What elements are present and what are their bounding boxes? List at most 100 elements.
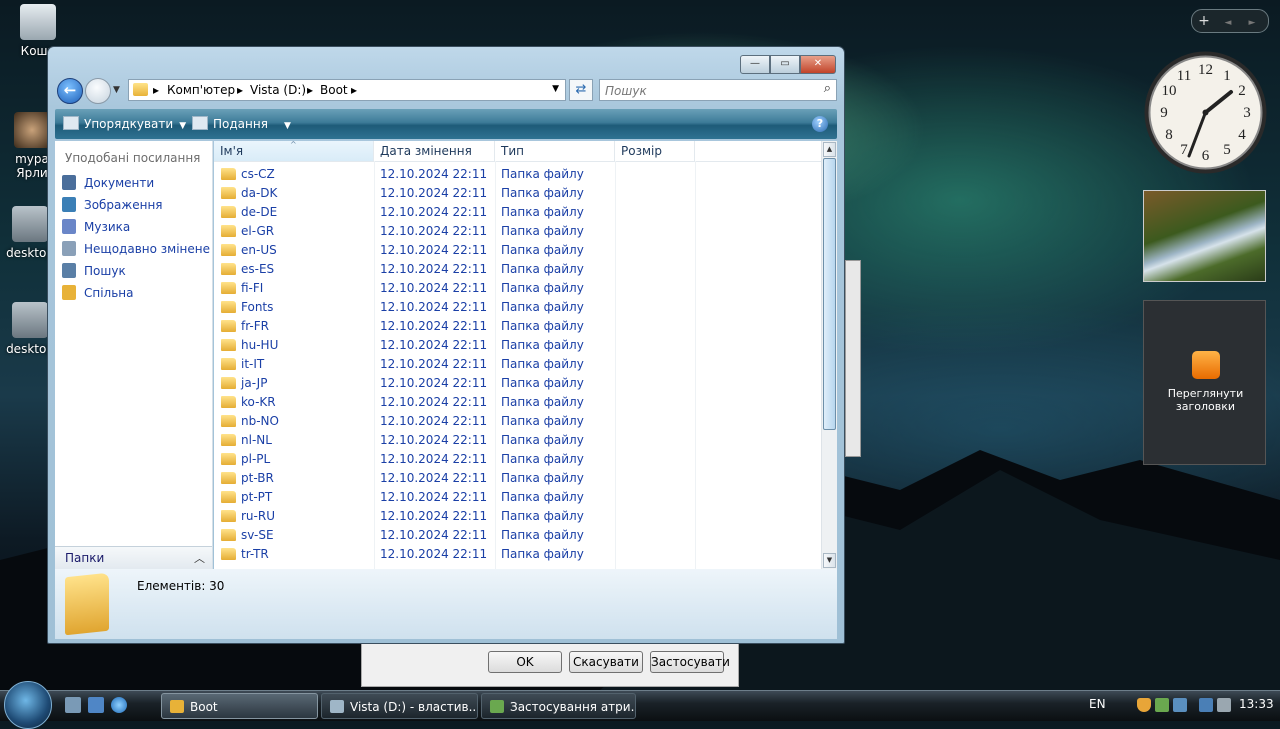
svg-text:9: 9 [1160,105,1168,121]
file-name: nl-NL [221,431,272,450]
svg-text:5: 5 [1223,142,1231,158]
column-header-size[interactable]: Розмір [615,141,695,161]
search-input[interactable]: Пошук ⌕ [599,79,837,101]
table-row[interactable]: ko-KR 12.10.2024 22:11 Папка файлу [214,393,821,412]
show-desktop-icon[interactable] [65,697,81,713]
file-type: Папка файлу [501,186,584,200]
column-header-date[interactable]: Дата змінення [374,141,495,161]
file-date: 12.10.2024 22:11 [380,547,488,561]
table-row[interactable]: de-DE 12.10.2024 22:11 Папка файлу [214,203,821,222]
clock-gadget[interactable]: 12 12 345 678 91011 [1143,50,1268,175]
column-header-name[interactable]: Ім'я ^ [214,141,374,161]
refresh-button[interactable]: ⇄ [569,79,593,101]
previous-page-button[interactable]: ◄ [1216,12,1240,34]
switch-windows-icon[interactable] [88,697,104,713]
file-type: Папка файлу [501,338,584,352]
properties-dialog-edge [845,260,861,457]
nav-item-documents[interactable]: Документи [62,174,154,192]
maximize-button[interactable]: ▭ [770,55,800,74]
table-row[interactable]: da-DK 12.10.2024 22:11 Папка файлу [214,184,821,203]
start-button[interactable] [4,681,52,729]
vertical-scrollbar[interactable]: ▲ ▼ [821,141,837,569]
nav-item-recently-changed[interactable]: Нещодавно змінене [62,240,210,258]
item-count: Елементів: 30 [137,579,225,593]
cancel-button[interactable]: Скасувати [569,651,643,673]
taskbar-item-properties[interactable]: Vista (D:) - властив... [321,693,478,719]
close-button[interactable]: ✕ [800,55,836,74]
file-date: 12.10.2024 22:11 [380,205,488,219]
slideshow-gadget[interactable] [1143,190,1266,282]
feed-headlines-gadget[interactable]: Переглянути заголовки [1143,300,1266,465]
ok-button[interactable]: OK [488,651,562,673]
organize-menu[interactable]: Упорядкувати ▼ [63,116,186,131]
minimize-button[interactable]: — [740,55,770,74]
table-row[interactable]: fr-FR 12.10.2024 22:11 Папка файлу [214,317,821,336]
table-row[interactable]: pt-BR 12.10.2024 22:11 Папка файлу [214,469,821,488]
recent-pages-dropdown[interactable]: ▼ [113,85,120,95]
folder-icon [221,472,236,484]
table-row[interactable]: es-ES 12.10.2024 22:11 Папка файлу [214,260,821,279]
table-row[interactable]: cs-CZ 12.10.2024 22:11 Папка файлу [214,165,821,184]
table-row[interactable]: pt-PT 12.10.2024 22:11 Папка файлу [214,488,821,507]
scroll-up-button[interactable]: ▲ [823,142,836,157]
nav-item-pictures[interactable]: Зображення [62,196,163,214]
svg-text:10: 10 [1162,83,1177,99]
next-page-button[interactable]: ► [1240,12,1264,34]
table-row[interactable]: hu-HU 12.10.2024 22:11 Папка файлу [214,336,821,355]
folder-icon [221,301,236,313]
table-row[interactable]: tr-TR 12.10.2024 22:11 Папка файлу [214,545,821,564]
table-row[interactable]: fi-FI 12.10.2024 22:11 Папка файлу [214,279,821,298]
apply-button[interactable]: Застосувати [650,651,730,673]
internet-explorer-icon[interactable] [111,697,127,713]
table-row[interactable]: nl-NL 12.10.2024 22:11 Папка файлу [214,431,821,450]
table-row[interactable]: el-GR 12.10.2024 22:11 Папка файлу [214,222,821,241]
table-row[interactable]: nb-NO 12.10.2024 22:11 Папка файлу [214,412,821,431]
address-dropdown-icon[interactable]: ▼ [552,84,559,94]
security-icon[interactable] [1137,698,1151,712]
scroll-down-button[interactable]: ▼ [823,553,836,568]
breadcrumb-boot[interactable]: Boot [320,83,348,97]
table-row[interactable]: ru-RU 12.10.2024 22:11 Папка файлу [214,507,821,526]
clock-time[interactable]: 13:33 [1239,697,1274,711]
file-name: Fonts [221,298,273,317]
file-name: nb-NO [221,412,279,431]
network-icon[interactable] [1173,698,1187,712]
help-icon[interactable]: ? [812,116,828,132]
table-row[interactable]: en-US 12.10.2024 22:11 Папка файлу [214,241,821,260]
scroll-thumb[interactable] [823,158,836,430]
update-icon[interactable] [1155,698,1169,712]
table-row[interactable]: sv-SE 12.10.2024 22:11 Папка файлу [214,526,821,545]
folder-icon [221,529,236,541]
address-bar[interactable]: ▸ Комп'ютер ▸ Vista (D:) ▸ Boot ▸ ▼ [128,79,566,101]
file-name: pt-BR [221,469,274,488]
table-row[interactable]: pl-PL 12.10.2024 22:11 Папка файлу [214,450,821,469]
taskbar-item-apply-attributes[interactable]: Застосування атри... [481,693,636,719]
file-type: Папка файлу [501,319,584,333]
taskbar-item-boot[interactable]: Boot [161,693,318,719]
folder-icon [221,453,236,465]
back-arrow-icon: ← [63,81,77,99]
file-date: 12.10.2024 22:11 [380,224,488,238]
volume-muted-icon[interactable] [1217,698,1231,712]
add-gadget-button[interactable]: + [1192,10,1216,32]
file-date: 12.10.2024 22:11 [380,471,488,485]
file-name: de-DE [221,203,277,222]
breadcrumb-drive[interactable]: Vista (D:) [250,83,306,97]
views-menu[interactable]: Подання ▼ [192,116,291,131]
nav-item-music[interactable]: Музика [62,218,130,236]
recycle-bin-icon [20,4,56,40]
breadcrumb-computer[interactable]: Комп'ютер [167,83,235,97]
nav-item-public[interactable]: Спільна [62,284,134,302]
chevron-down-icon: ▼ [179,121,187,131]
forward-button[interactable] [85,78,111,104]
table-row[interactable]: Fonts 12.10.2024 22:11 Папка файлу [214,298,821,317]
back-button[interactable]: ← [57,78,83,104]
language-indicator[interactable]: EN [1089,697,1106,711]
network-icon[interactable] [1199,698,1213,712]
column-header-type[interactable]: Тип [495,141,615,161]
folders-toggle[interactable]: Папки ︿ [55,546,212,570]
table-row[interactable]: it-IT 12.10.2024 22:11 Папка файлу [214,355,821,374]
nav-item-searches[interactable]: Пошук [62,262,126,280]
file-date: 12.10.2024 22:11 [380,300,488,314]
table-row[interactable]: ja-JP 12.10.2024 22:11 Папка файлу [214,374,821,393]
